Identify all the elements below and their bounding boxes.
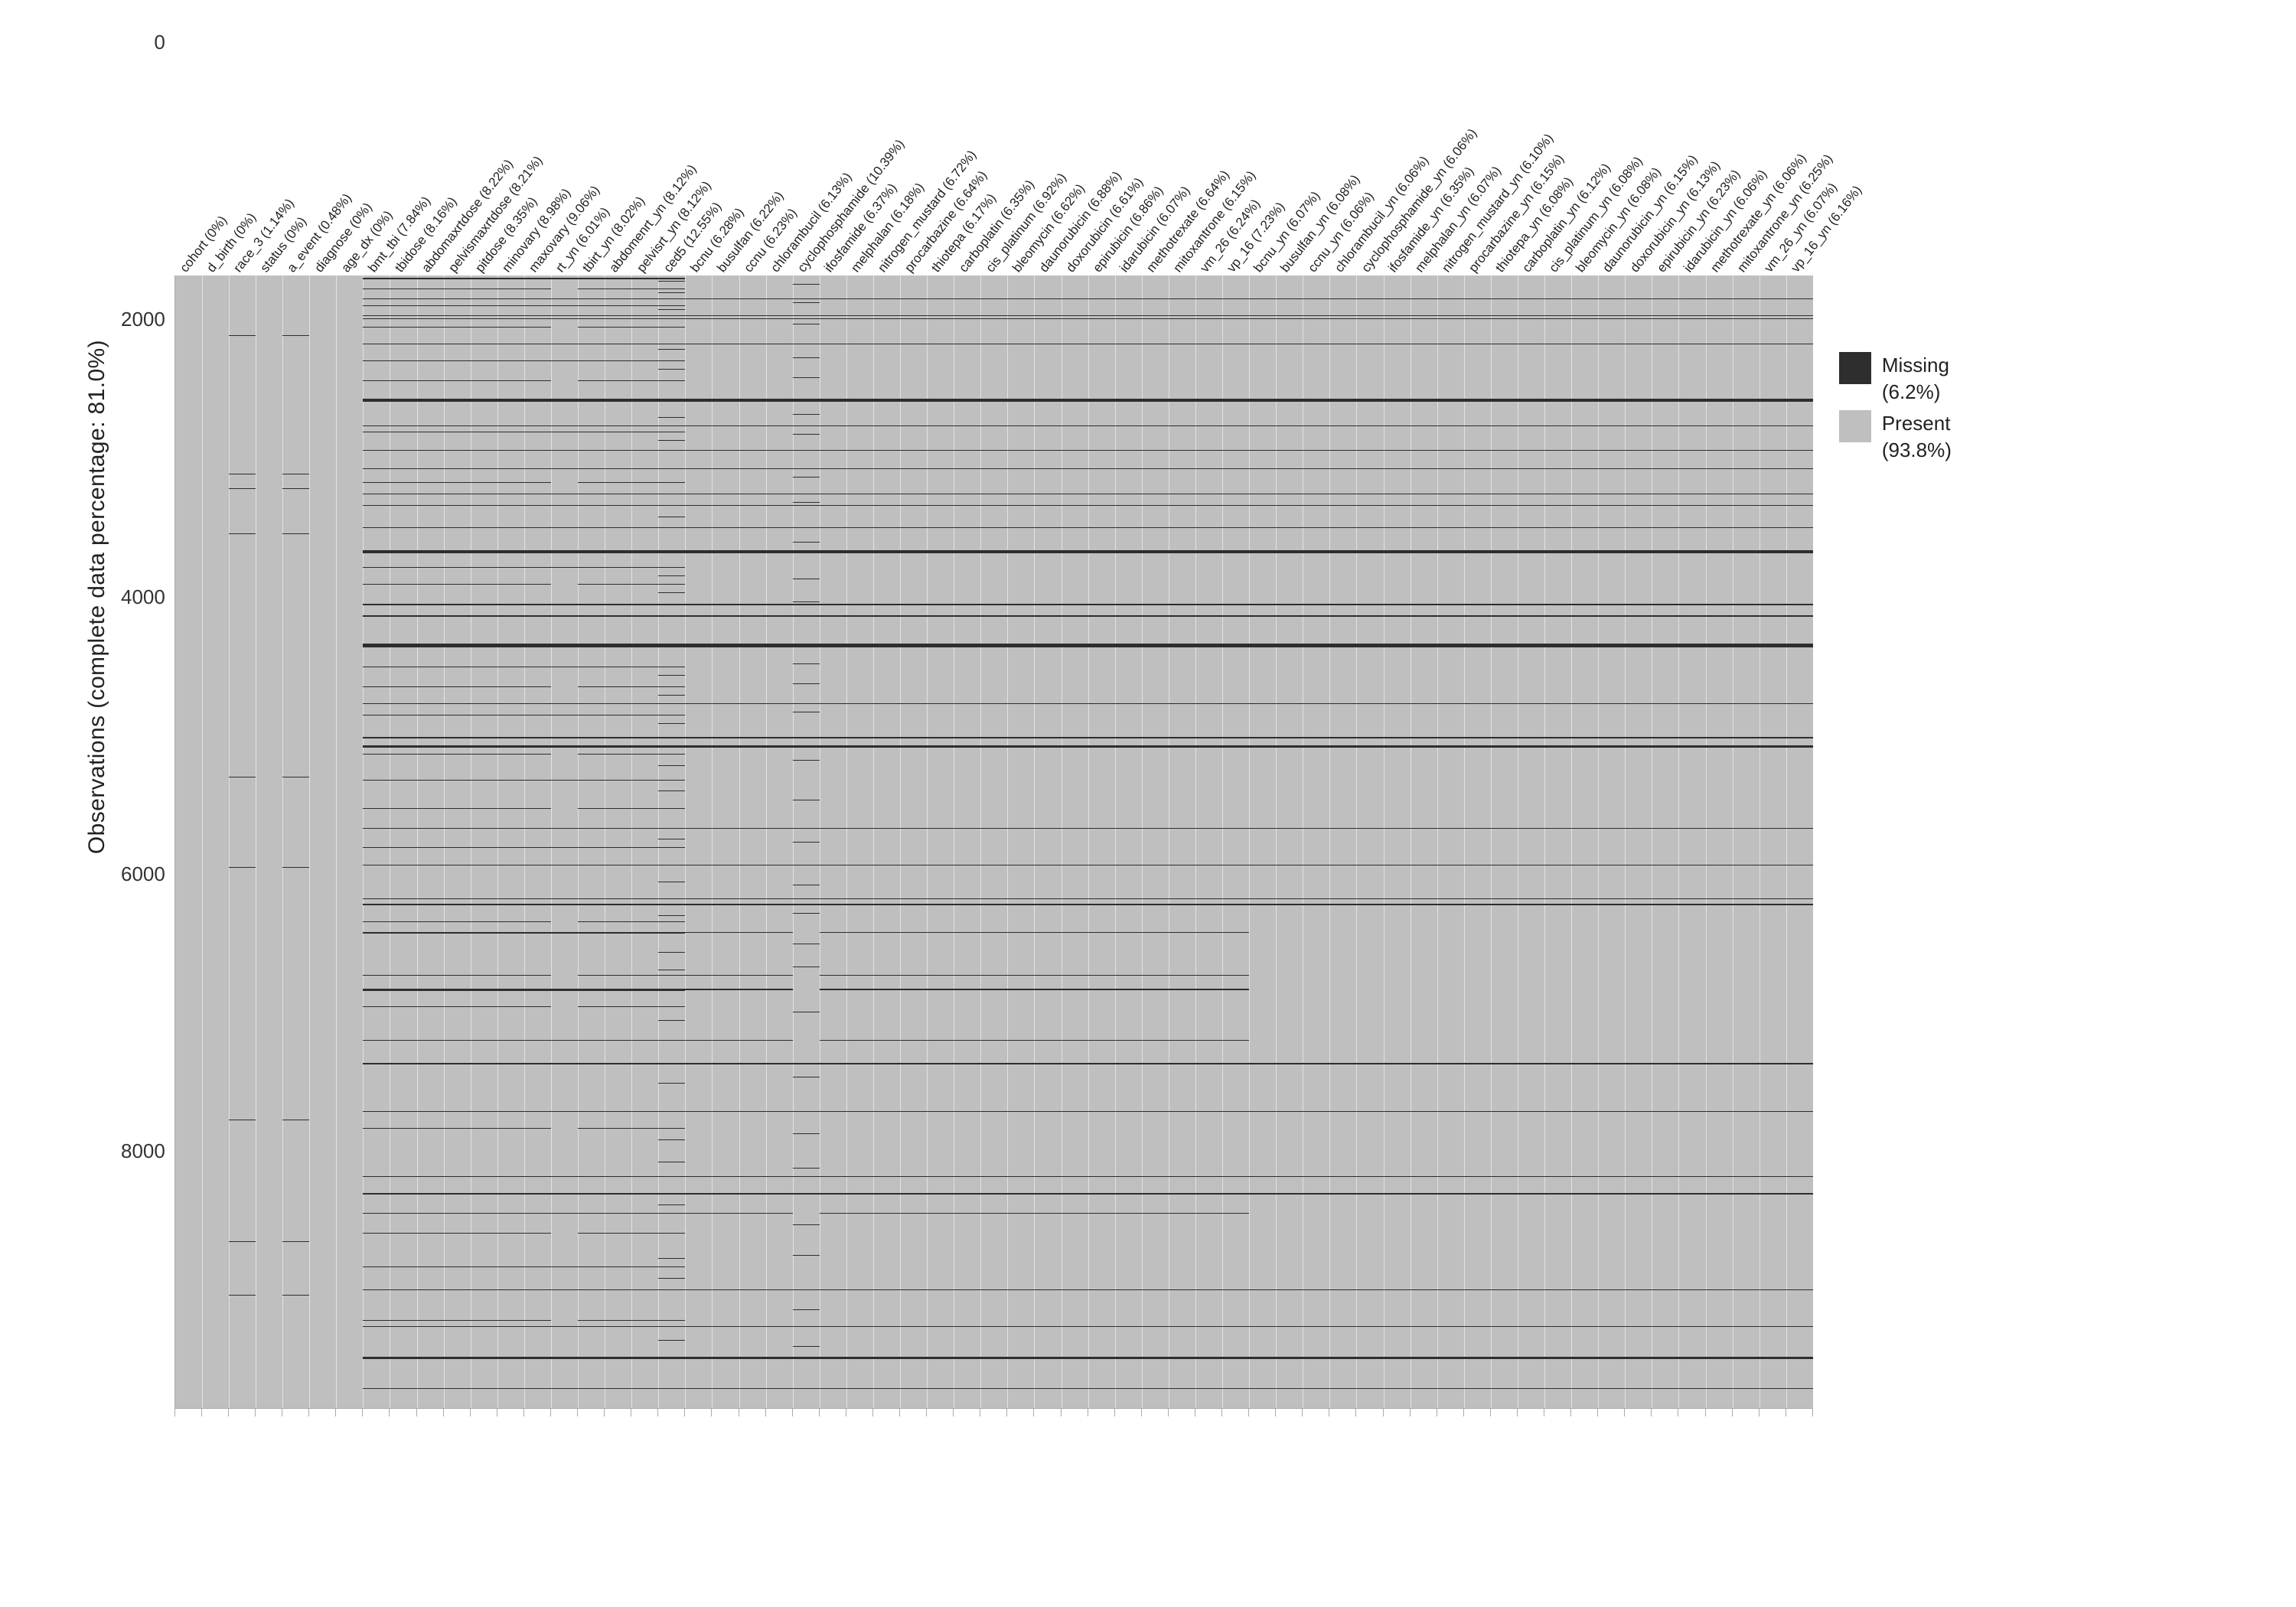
x-axis-ticks [174,1409,1812,1421]
legend-item: Missing(6.2%) [1839,352,1952,406]
legend-swatch [1839,410,1871,442]
missingness-heatmap [174,275,1813,1409]
y-axis-ticks: 02000400060008000 [121,31,165,1163]
legend-item: Present(93.8%) [1839,410,1952,464]
legend-label: Present(93.8%) [1882,410,1952,464]
legend-swatch [1839,352,1871,384]
y-axis-label: Observations (complete data percentage: … [84,340,110,854]
legend: Missing(6.2%)Present(93.8%) [1839,352,1952,468]
legend-label: Missing(6.2%) [1882,352,1949,406]
column-labels: cohort (0%)d_birth (0%)race_3 (1.14%)sta… [174,31,1812,275]
